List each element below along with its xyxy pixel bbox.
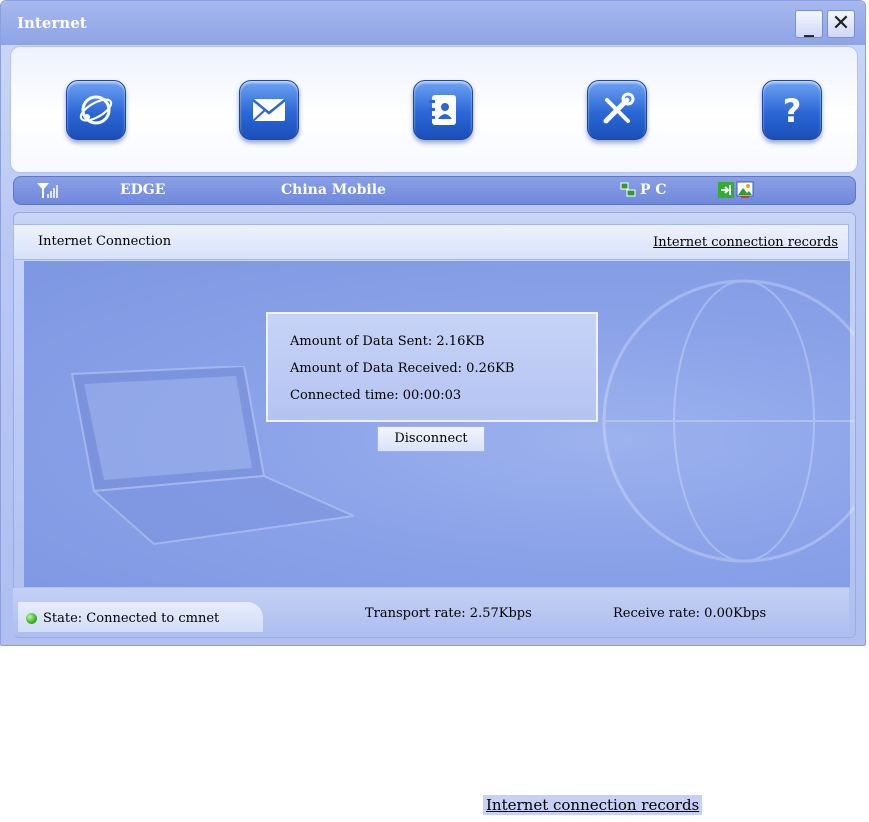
window-title: Internet [17, 14, 87, 32]
help-button[interactable]: ? [762, 80, 822, 140]
connection-tab-strip: Internet Connection Internet connection … [13, 224, 849, 260]
connected-status-icon [26, 613, 37, 624]
phonebook-button[interactable] [413, 80, 473, 140]
connect-arrow-icon [718, 182, 734, 198]
signal-icon [37, 183, 58, 198]
globe-icon [79, 95, 113, 125]
operator-name: China Mobile [281, 182, 386, 198]
network-type: EDGE [120, 182, 166, 198]
pc-label: P C [640, 182, 667, 198]
data-sent-text: Amount of Data Sent: 2.16KB [290, 334, 485, 349]
receive-rate-text: Receive rate: 0.00Kbps [613, 606, 767, 621]
tab-internet-connection[interactable]: Internet Connection [38, 234, 171, 249]
data-received-text: Amount of Data Received: 0.26KB [290, 361, 515, 376]
envelope-icon [252, 99, 286, 122]
footer-status-bar: State: Connected to cmnet Transport rate… [13, 588, 849, 636]
internet-button[interactable] [66, 80, 126, 140]
globe-background-icon [602, 279, 854, 563]
svg-text:?: ? [783, 92, 802, 130]
close-button[interactable]: ✕ [827, 10, 855, 38]
pc-connection-icon [620, 182, 636, 197]
title-bar[interactable]: Internet _ ✕ [1, 1, 865, 45]
connection-state-text: State: Connected to cmnet [43, 611, 220, 626]
connection-stats-box: Amount of Data Sent: 2.16KB Amount of Da… [266, 312, 598, 422]
connected-time-text: Connected time: 00:00:03 [290, 388, 462, 403]
question-icon: ? [783, 92, 802, 130]
zoomed-records-link[interactable]: Internet connection records [483, 795, 703, 815]
network-status-bar: EDGE China Mobile P C [13, 176, 856, 205]
settings-button[interactable] [587, 80, 647, 140]
contacts-book-icon [429, 95, 456, 125]
main-toolbar: ? [10, 46, 858, 173]
minimize-button[interactable]: _ [795, 10, 823, 38]
tools-icon [603, 92, 635, 124]
transport-rate-text: Transport rate: 2.57Kbps [365, 606, 532, 621]
connection-content-area [24, 261, 854, 587]
picture-icon [736, 181, 754, 198]
connection-records-link[interactable]: Internet connection records [653, 235, 838, 250]
sms-button[interactable] [239, 80, 299, 140]
disconnect-button[interactable]: Disconnect [377, 426, 485, 452]
